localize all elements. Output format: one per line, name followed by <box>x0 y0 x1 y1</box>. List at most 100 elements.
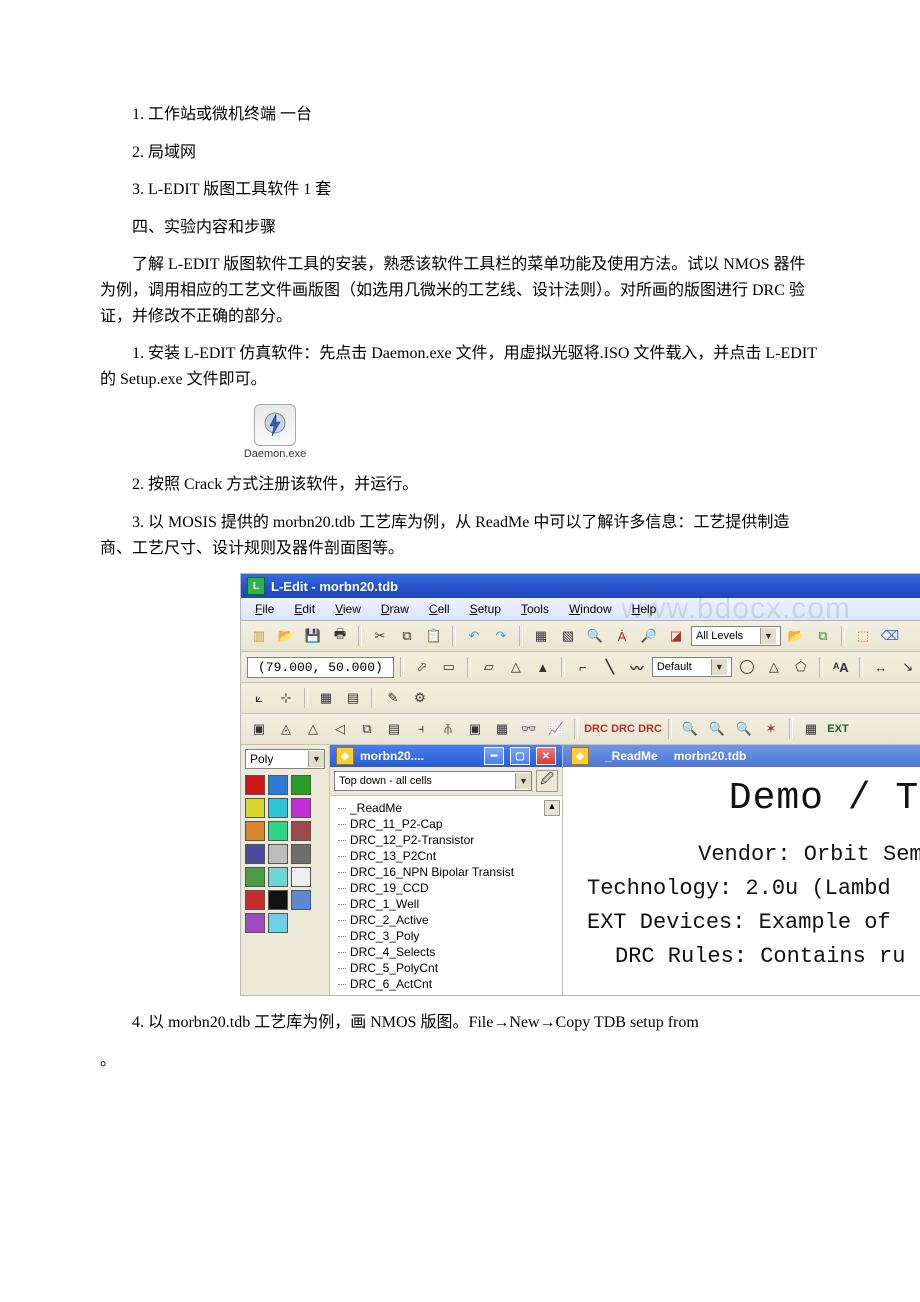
t4a-icon[interactable]: ▣ <box>247 717 271 741</box>
tree-item[interactable]: DRC_3_Poly <box>336 928 556 944</box>
cell-tree[interactable]: ▲ _ReadMeDRC_11_P2-CapDRC_12_P2-Transist… <box>330 796 562 995</box>
find4-icon[interactable]: ✶ <box>759 717 783 741</box>
menu-window[interactable]: Window <box>559 600 622 618</box>
layer-swatch[interactable] <box>268 844 288 864</box>
layer-swatch[interactable] <box>245 844 265 864</box>
wire-curve-icon[interactable]: 〰 <box>625 655 649 679</box>
copy2-icon[interactable]: ⧉ <box>811 624 835 648</box>
drc2-icon[interactable]: DRC <box>611 717 635 741</box>
tool-f-icon[interactable]: ⚙ <box>408 686 432 710</box>
tree-item[interactable]: DRC_4_Selects <box>336 944 556 960</box>
pentagon-icon[interactable]: ⬠ <box>789 655 813 679</box>
t4m-icon[interactable]: ▦ <box>799 717 823 741</box>
layer-swatch[interactable] <box>245 775 265 795</box>
tool-c-icon[interactable]: ▦ <box>314 686 338 710</box>
layer-swatch[interactable] <box>268 798 288 818</box>
tree-item[interactable]: DRC_19_CCD <box>336 880 556 896</box>
cell-filter-dropdown[interactable]: Top down - all cells ▼ <box>334 771 532 791</box>
find-icon[interactable]: 🔍 <box>583 624 607 648</box>
triangle2-icon[interactable]: △ <box>762 655 786 679</box>
copy-icon[interactable]: ⧉ <box>395 624 419 648</box>
find2-icon[interactable]: 🔍 <box>705 717 729 741</box>
style-dropdown[interactable]: Default▼ <box>652 657 732 677</box>
drc3-icon[interactable]: DRC <box>638 717 662 741</box>
layer-swatch[interactable] <box>268 867 288 887</box>
tab-tdb[interactable]: morbn20.tdb <box>674 749 747 763</box>
ext-icon[interactable]: EXT <box>826 717 850 741</box>
new-file-icon[interactable]: ▥ <box>247 624 271 648</box>
menu-view[interactable]: View <box>325 600 371 618</box>
menu-tools[interactable]: Tools <box>511 600 559 618</box>
tool-e-icon[interactable]: ✎ <box>381 686 405 710</box>
layer-swatch[interactable] <box>291 775 311 795</box>
print-icon[interactable]: 🖶 <box>328 624 352 648</box>
tree-item[interactable]: DRC_6_ActCnt <box>336 976 556 992</box>
tool-a-icon[interactable]: ⟀ <box>247 686 271 710</box>
level-dropdown[interactable]: All Levels▼ <box>691 626 781 646</box>
layer-swatch[interactable] <box>291 867 311 887</box>
tab-readme[interactable]: _ReadMe <box>605 749 658 763</box>
cell-icon[interactable]: ◪ <box>664 624 688 648</box>
open-icon[interactable]: 📂 <box>274 624 298 648</box>
tree-item[interactable]: _ReadMe <box>336 800 556 816</box>
grid2-icon[interactable]: ▧ <box>556 624 580 648</box>
find1-icon[interactable]: 🔍 <box>678 717 702 741</box>
chevron-down-icon[interactable]: ▼ <box>515 773 531 789</box>
drc1-icon[interactable]: DRC <box>584 717 608 741</box>
circle-outline-icon[interactable] <box>735 655 759 679</box>
chevron-down-icon[interactable]: ▼ <box>760 628 776 644</box>
filter-tool-icon[interactable]: 🖉 <box>536 770 558 792</box>
zoom-icon[interactable]: 🔎 <box>637 624 661 648</box>
layer-swatch[interactable] <box>245 913 265 933</box>
menu-draw[interactable]: Draw <box>371 600 419 618</box>
rect-tool-icon[interactable]: ▭ <box>437 655 461 679</box>
minimize-button[interactable]: ━ <box>484 747 504 765</box>
layer-swatch[interactable] <box>291 844 311 864</box>
t4j-icon[interactable]: ▦ <box>490 717 514 741</box>
triangle-outline-icon[interactable]: △ <box>504 655 528 679</box>
layer-swatch[interactable] <box>245 890 265 910</box>
tree-item[interactable]: DRC_2_Active <box>336 912 556 928</box>
instance-icon[interactable]: ⬚ <box>851 624 875 648</box>
tool-d-icon[interactable]: ▤ <box>341 686 365 710</box>
layer-select[interactable]: Poly ▼ <box>245 749 325 769</box>
tree-item[interactable]: DRC 7 Metal1 <box>336 992 556 995</box>
tree-item[interactable]: DRC_1_Well <box>336 896 556 912</box>
cut-icon[interactable]: ✂ <box>368 624 392 648</box>
t4k-icon[interactable]: 👓 <box>517 717 541 741</box>
menu-setup[interactable]: Setup <box>460 600 511 618</box>
poly-outline-icon[interactable]: ▱ <box>477 655 501 679</box>
grid1-icon[interactable]: ▦ <box>529 624 553 648</box>
triangle-fill-icon[interactable]: ▲ <box>531 655 555 679</box>
text-a-icon[interactable]: ᴬA <box>829 655 853 679</box>
layer-swatch[interactable] <box>245 821 265 841</box>
wire-diag-icon[interactable]: ╲ <box>598 655 622 679</box>
tool-b-icon[interactable]: ⊹ <box>274 686 298 710</box>
save-icon[interactable]: 💾 <box>301 624 325 648</box>
menu-cell[interactable]: Cell <box>419 600 460 618</box>
layer-swatch[interactable] <box>268 890 288 910</box>
wire-l-icon[interactable]: ⌐ <box>571 655 595 679</box>
t4l-icon[interactable]: 📈 <box>544 717 568 741</box>
layer-swatch[interactable] <box>268 913 288 933</box>
t4b-icon[interactable]: ◬ <box>274 717 298 741</box>
eraser-icon[interactable]: ⌫ <box>878 624 902 648</box>
tree-item[interactable]: DRC_13_P2Cnt <box>336 848 556 864</box>
tree-item[interactable]: DRC_11_P2-Cap <box>336 816 556 832</box>
layer-swatch[interactable] <box>245 798 265 818</box>
layer-swatch[interactable] <box>291 821 311 841</box>
t4e-icon[interactable]: ⧉ <box>355 717 379 741</box>
close-button[interactable]: ✕ <box>536 747 556 765</box>
tree-item[interactable]: DRC_12_P2-Transistor <box>336 832 556 848</box>
t4f-icon[interactable]: ▤ <box>382 717 406 741</box>
t4d-icon[interactable]: ◁ <box>328 717 352 741</box>
layer-swatch[interactable] <box>268 821 288 841</box>
find-all-icon[interactable]: Ȧ <box>610 624 634 648</box>
tree-item[interactable]: DRC_5_PolyCnt <box>336 960 556 976</box>
find3-icon[interactable]: 🔍 <box>732 717 756 741</box>
menu-edit[interactable]: Edit <box>284 600 325 618</box>
redo-icon[interactable]: ↷ <box>489 624 513 648</box>
t4g-icon[interactable]: ⫞ <box>409 717 433 741</box>
layer-swatch[interactable] <box>291 798 311 818</box>
layer-swatch[interactable] <box>268 775 288 795</box>
